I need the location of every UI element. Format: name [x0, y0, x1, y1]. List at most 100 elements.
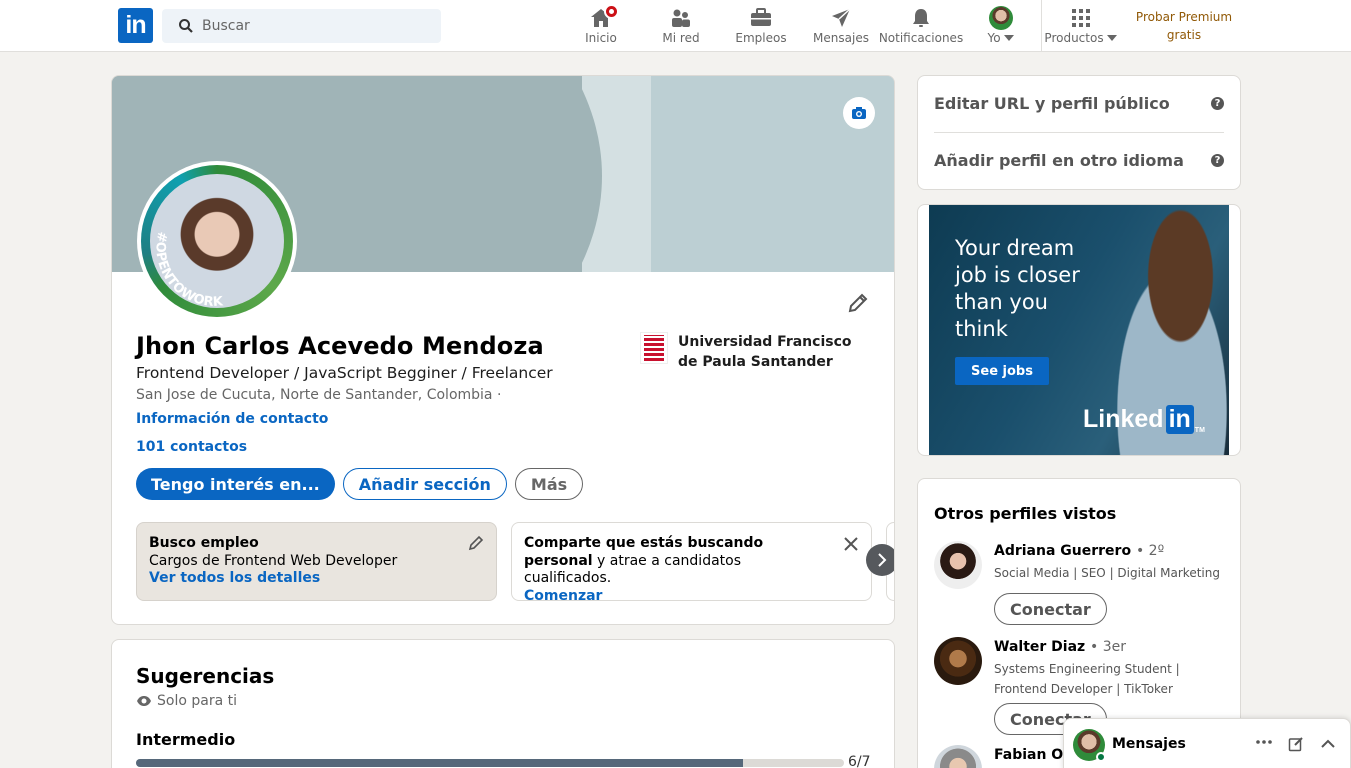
- add-language-link[interactable]: Añadir perfil en otro idioma ?: [934, 151, 1224, 170]
- profile-settings-card: Editar URL y perfil público ? Añadir per…: [917, 75, 1241, 190]
- messaging-title: Mensajes: [1112, 736, 1186, 752]
- open-to-work-desc: Cargos de Frontend Web Developer: [149, 552, 398, 569]
- nav-me-label: Yo: [987, 31, 1014, 45]
- connections-link[interactable]: 101 contactos: [136, 439, 247, 455]
- person-name[interactable]: Walter Diaz • 3er: [994, 639, 1126, 655]
- edit-url-link[interactable]: Editar URL y perfil público ?: [934, 94, 1224, 113]
- avatar[interactable]: [934, 745, 982, 768]
- ad-text-line: than you: [955, 290, 1048, 314]
- suggestions-card: Sugerencias Solo para ti Intermedio 6/7: [111, 639, 895, 768]
- nav-products-text: Productos: [1044, 31, 1104, 45]
- edit-icon[interactable]: [468, 535, 484, 551]
- avatar: [989, 6, 1013, 30]
- send-icon: [832, 8, 851, 27]
- linkedin-wordmark: Linked in TM: [1083, 405, 1205, 434]
- nav-divider: [1041, 0, 1042, 52]
- chevron-right-icon: [878, 553, 887, 567]
- chevron-up-icon[interactable]: [1320, 739, 1336, 749]
- open-to-work-text: #OPENTOWORK: [152, 230, 224, 310]
- edit-intro-icon[interactable]: [847, 292, 869, 314]
- nav-home-label: Inicio: [585, 31, 617, 45]
- linkedin-logo[interactable]: in: [118, 8, 153, 43]
- help-icon[interactable]: ?: [1211, 154, 1224, 167]
- education-link[interactable]: Universidad Francisco de Paula Santander: [640, 332, 870, 372]
- see-details-link[interactable]: Ver todos los detalles: [149, 570, 484, 588]
- carousel-next-button[interactable]: [866, 544, 894, 576]
- hiring-text: Comparte que estás buscando personal y a…: [524, 535, 824, 588]
- briefcase-icon: [751, 8, 771, 26]
- search-bar[interactable]: [162, 9, 441, 43]
- profile-location: San Jose de Cucuta, Norte de Santander, …: [136, 387, 502, 403]
- profile-headline: Frontend Developer / JavaScript Begginer…: [136, 364, 553, 382]
- network-icon: [672, 9, 690, 27]
- brand-in: in: [1165, 405, 1194, 434]
- ellipsis-icon[interactable]: [1256, 739, 1272, 745]
- hiring-card[interactable]: Comparte que estás buscando personal y a…: [511, 522, 872, 604]
- edit-url-label: Editar URL y perfil público: [934, 94, 1170, 113]
- notification-badge: [604, 4, 619, 19]
- nav-jobs[interactable]: Empleos: [733, 0, 789, 52]
- grid-icon: [1072, 9, 1090, 27]
- ad-text-line: Your dream: [955, 236, 1075, 260]
- edit-cover-button[interactable]: [843, 97, 875, 129]
- close-icon[interactable]: [844, 537, 858, 551]
- messaging-overlay[interactable]: Mensajes: [1063, 718, 1351, 768]
- search-input[interactable]: [202, 18, 422, 34]
- person-headline: Systems Engineering Student | Frontend D…: [994, 662, 1180, 696]
- open-to-button[interactable]: Tengo interés en...: [136, 468, 335, 500]
- see-jobs-button[interactable]: See jobs: [955, 357, 1049, 385]
- more-button[interactable]: Más: [514, 468, 584, 500]
- start-link[interactable]: Comenzar: [524, 588, 859, 606]
- ad-text: Your dream job is closer than you think: [955, 235, 1080, 343]
- nav-notifications[interactable]: Notificaciones: [879, 0, 963, 52]
- person-headline: Social Media | SEO | Digital Marketing: [994, 566, 1220, 580]
- open-to-work-title: Busco empleo: [149, 535, 259, 551]
- global-nav: in Inicio Mi red Empleos Mensajes Notifi…: [0, 0, 1351, 52]
- divider: [934, 132, 1224, 133]
- connection-degree: • 3er: [1090, 639, 1127, 655]
- person-name[interactable]: Adriana Guerrero • 2º: [994, 543, 1164, 559]
- university-logo: [640, 332, 668, 364]
- people-title: Otros perfiles vistos: [934, 504, 1117, 523]
- connect-button[interactable]: Conectar: [994, 593, 1107, 625]
- nav-network[interactable]: Mi red: [654, 0, 708, 52]
- contact-info-link[interactable]: Información de contacto: [136, 411, 328, 427]
- camera-icon: [852, 107, 866, 119]
- person-name-text: Adriana Guerrero: [994, 543, 1132, 559]
- profile-photo[interactable]: #OPENTOWORK: [137, 161, 297, 321]
- nav-network-label: Mi red: [662, 31, 700, 45]
- person-name-text: Fabian Os: [994, 747, 1072, 763]
- premium-link[interactable]: Probar Premium gratis: [1132, 8, 1236, 44]
- progress-bar: [136, 759, 844, 767]
- ad-text-line: job is closer: [955, 263, 1080, 287]
- private-text: Solo para ti: [157, 693, 237, 709]
- brand-tm: TM: [1194, 427, 1205, 434]
- svg-text:#OPENTOWORK: #OPENTOWORK: [152, 230, 224, 310]
- nav-home[interactable]: Inicio: [577, 0, 625, 52]
- person-name-text: Walter Diaz: [994, 639, 1086, 655]
- profile-actions: Tengo interés en... Añadir sección Más: [136, 468, 584, 500]
- profile-card: #OPENTOWORK Jhon Carlos Acevedo Mendoza …: [111, 75, 895, 625]
- chevron-down-icon: [1106, 35, 1117, 41]
- nav-notifications-label: Notificaciones: [878, 31, 964, 45]
- university-name: Universidad Francisco de Paula Santander: [678, 334, 852, 370]
- suggestions-title: Sugerencias: [136, 664, 275, 688]
- level-label: Intermedio: [136, 730, 236, 749]
- avatar[interactable]: [934, 637, 982, 685]
- nav-me[interactable]: Yo: [982, 0, 1020, 52]
- eye-icon: [137, 696, 151, 706]
- person-name[interactable]: Fabian Os: [994, 747, 1072, 763]
- ad-card[interactable]: Your dream job is closer than you think …: [917, 204, 1241, 456]
- help-icon[interactable]: ?: [1211, 97, 1224, 110]
- chevron-down-icon: [1003, 35, 1014, 41]
- avatar[interactable]: [934, 541, 982, 589]
- add-section-button[interactable]: Añadir sección: [342, 468, 507, 500]
- nav-messaging[interactable]: Mensajes: [812, 0, 870, 52]
- add-language-label: Añadir perfil en otro idioma: [934, 151, 1184, 170]
- progress-fill: [136, 759, 743, 767]
- nav-jobs-label: Empleos: [735, 31, 787, 45]
- ad-image[interactable]: Your dream job is closer than you think …: [929, 205, 1229, 455]
- compose-icon[interactable]: [1288, 736, 1304, 752]
- nav-products[interactable]: Productos: [1044, 0, 1118, 52]
- open-to-work-card[interactable]: Busco empleo Cargos de Frontend Web Deve…: [136, 522, 497, 601]
